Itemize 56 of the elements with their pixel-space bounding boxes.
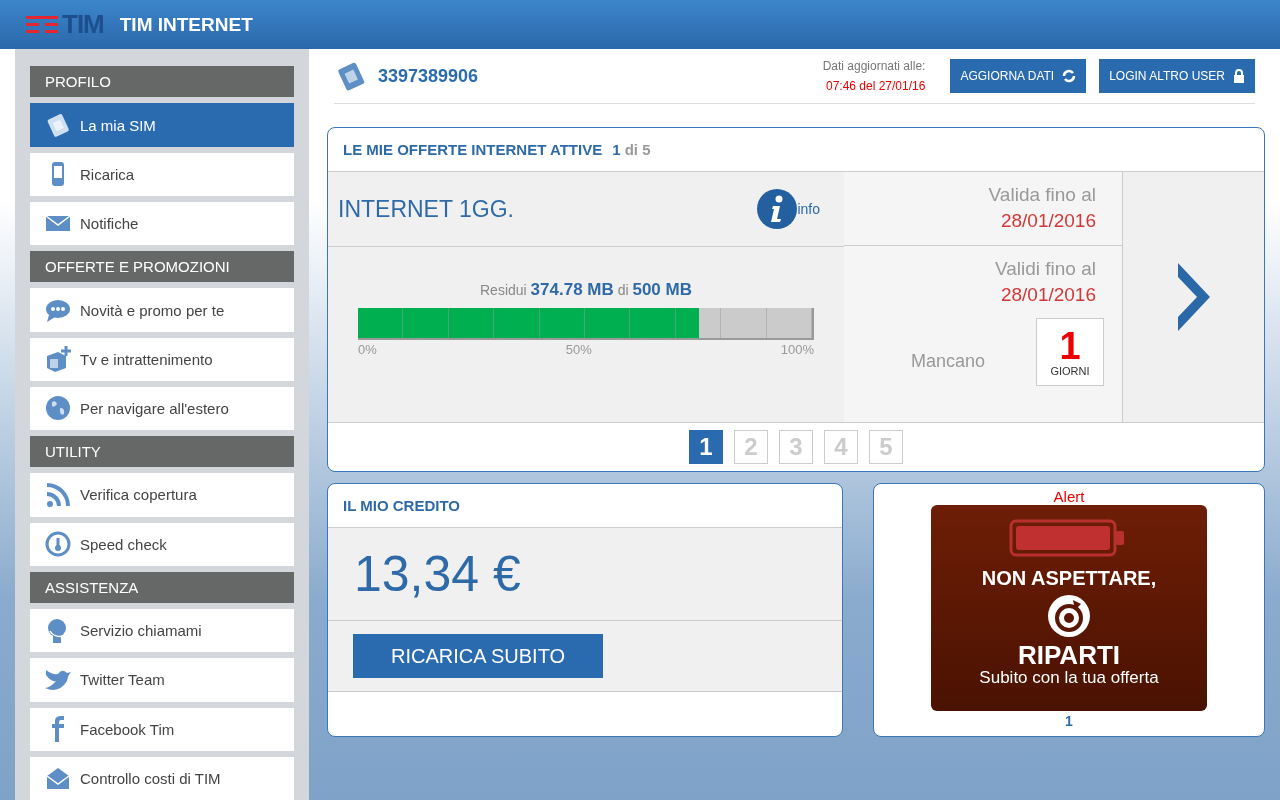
sidebar-item[interactable]: Ricarica xyxy=(30,152,294,196)
sidebar-item[interactable]: Servizio chiamami xyxy=(30,609,294,653)
credit-amount: 13,34 € xyxy=(328,528,842,621)
app-title: TIM INTERNET xyxy=(119,13,253,36)
info-icon xyxy=(757,189,798,229)
section-header: PROFILO xyxy=(30,66,294,98)
phone-number: 3397389906 xyxy=(378,65,480,87)
offer-name: INTERNET 1GG. xyxy=(338,195,515,223)
sidebar-item[interactable]: Tv e intrattenimento xyxy=(30,337,294,381)
valid-label: Validi fino al xyxy=(993,257,1096,281)
refresh-icon xyxy=(1062,69,1077,83)
sidebar-item[interactable]: Notifiche xyxy=(30,201,294,245)
banner-headline: NON ASPETTARE, xyxy=(981,567,1157,590)
sidebar-item[interactable]: La mia SIM xyxy=(30,103,294,147)
tick-label: 0% xyxy=(358,342,377,357)
tick-label: 100% xyxy=(780,342,814,357)
days-label: GIORNI xyxy=(1050,365,1090,377)
sidebar-item[interactable]: Novità e promo per te xyxy=(30,288,294,332)
refresh-button[interactable]: AGGIORNA DATI xyxy=(950,59,1087,93)
days-number: 1 xyxy=(1059,327,1081,365)
updated-label: Dati aggiornati alle: xyxy=(822,58,926,75)
updated-time: 07:46 del 27/01/16 xyxy=(824,78,926,95)
signal-icon xyxy=(44,481,72,509)
globe-icon xyxy=(44,394,72,423)
page-button[interactable]: 1 xyxy=(689,430,723,464)
recharge-button[interactable]: RICARICA SUBITO xyxy=(353,634,603,678)
login-button[interactable]: LOGIN ALTRO USER xyxy=(1099,59,1255,93)
remaining-label: Mancano xyxy=(911,351,986,372)
alert-page-number: 1 xyxy=(1065,713,1073,729)
sidebar-item[interactable]: Per navigare all'estero xyxy=(30,386,294,430)
restart-icon xyxy=(1047,594,1091,638)
sidebar-item[interactable]: Speed check xyxy=(30,522,294,566)
banner-headline: RIPARTI xyxy=(1017,642,1121,668)
next-arrow-button[interactable] xyxy=(1123,172,1264,422)
sidebar-item[interactable]: Twitter Team xyxy=(30,658,294,702)
box-icon xyxy=(44,345,72,374)
valid-label: Valida fino al xyxy=(987,183,1096,207)
section-header: OFFERTE E PROMOZIONI xyxy=(30,251,294,283)
residual-text: Residui 374.78 MB di 500 MB xyxy=(479,280,693,300)
alert-title: Alert xyxy=(1053,488,1085,505)
valid-date: 28/01/2016 xyxy=(999,209,1096,233)
offer-counter: 1 di 5 xyxy=(612,141,651,158)
banner-subtitle: Subito con la tua offerta xyxy=(979,668,1159,688)
sidebar-item[interactable]: Facebook Tim xyxy=(30,707,294,751)
info-link[interactable]: info xyxy=(757,189,820,229)
card-title: IL MIO CREDITO xyxy=(343,497,460,514)
logo-mark-icon xyxy=(26,15,58,34)
sidebar-item[interactable]: Verifica copertura xyxy=(30,473,294,517)
valid-date: 28/01/2016 xyxy=(999,283,1096,307)
sidebar-item[interactable]: Controllo costi di TIM xyxy=(30,756,294,800)
tick-label: 50% xyxy=(565,342,592,357)
card-title: LE MIE OFFERTE INTERNET ATTIVE xyxy=(343,141,603,158)
lock-icon xyxy=(1233,69,1245,83)
gauge-icon xyxy=(44,530,72,559)
section-header: ASSISTENZA xyxy=(30,571,294,604)
section-header: UTILITY xyxy=(30,435,294,468)
